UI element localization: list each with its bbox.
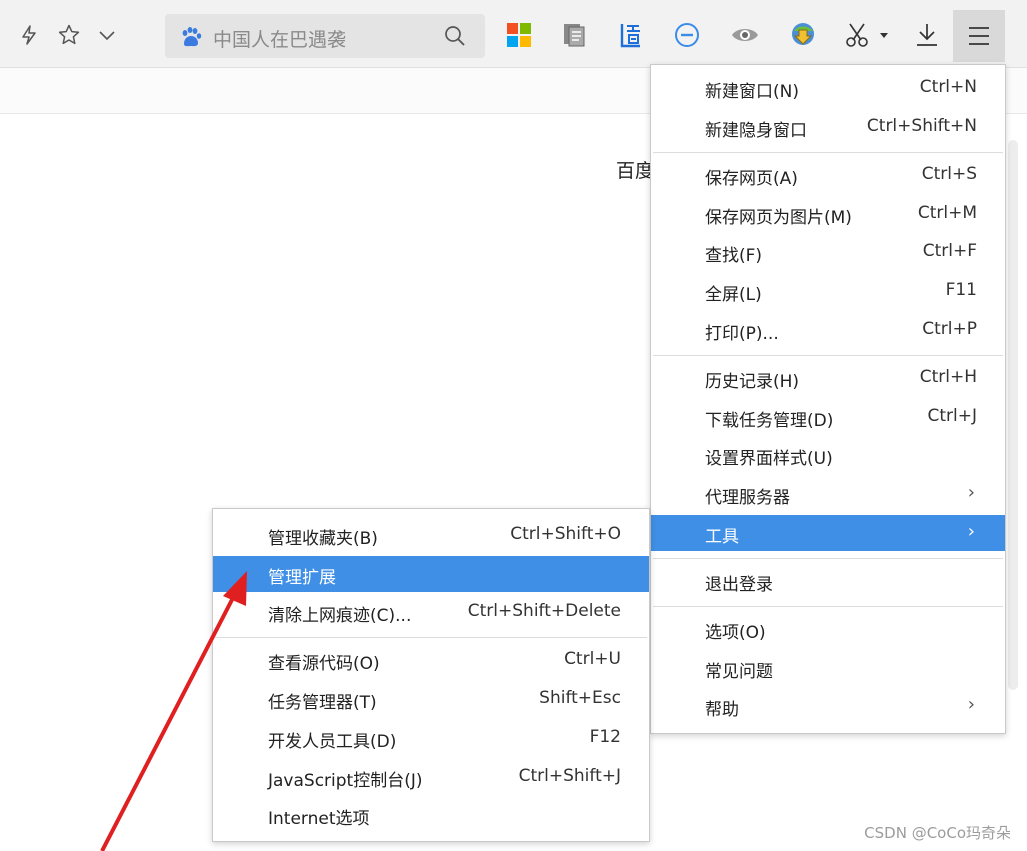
annotation-arrow [100,571,247,851]
watermark: CSDN @CoCo玛奇朵 [864,824,1011,842]
